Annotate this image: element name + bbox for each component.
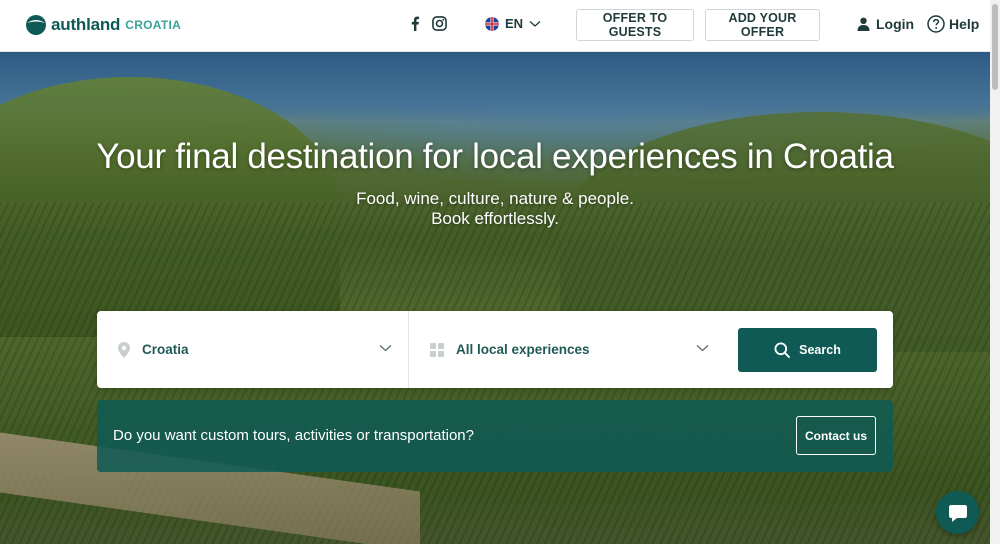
chat-bubble-icon [948, 504, 967, 522]
scrollbar-thumb[interactable] [992, 4, 998, 90]
location-value: Croatia [142, 342, 189, 357]
question-circle-icon [927, 15, 945, 33]
custom-tours-banner: Do you want custom tours, activities or … [97, 400, 893, 472]
search-card: Croatia All local experiences Search [97, 311, 893, 388]
location-select[interactable]: Croatia [97, 311, 409, 388]
page-scrollbar[interactable] [990, 0, 1000, 544]
social-links [410, 16, 447, 31]
category-value: All local experiences [456, 342, 590, 357]
search-icon [774, 342, 791, 358]
hero-section: Your final destination for local experie… [0, 52, 990, 544]
uk-flag-icon [485, 16, 499, 31]
logo-mark-icon [26, 15, 46, 35]
hero-subtitle-line: Book effortlessly. [431, 209, 559, 228]
authland-logo[interactable]: authland CROATIA [25, 14, 181, 36]
facebook-icon[interactable] [410, 16, 420, 31]
contact-us-button[interactable]: Contact us [796, 416, 876, 455]
location-pin-icon [118, 341, 130, 358]
login-link[interactable]: Login [857, 16, 914, 32]
logo-name: authland [51, 15, 121, 34]
language-code: EN [505, 16, 524, 31]
offer-to-guests-button[interactable]: OFFER TO GUESTS [576, 9, 694, 41]
category-select[interactable]: All local experiences [409, 311, 725, 388]
help-link[interactable]: Help [927, 15, 979, 33]
banner-text: Do you want custom tours, activities or … [113, 427, 474, 444]
chat-button[interactable] [936, 491, 979, 534]
top-header: authland CROATIA EN OFFER TO GUESTS ADD … [0, 0, 990, 52]
instagram-icon[interactable] [432, 16, 447, 31]
add-your-offer-button[interactable]: ADD YOUR OFFER [705, 9, 820, 41]
hero-title: Your final destination for local experie… [96, 137, 894, 176]
hero-subtitle-line: Food, wine, culture, nature & people. [356, 189, 634, 208]
logo-suffix: CROATIA [125, 18, 182, 32]
language-selector[interactable]: EN [485, 16, 541, 31]
login-label: Login [876, 16, 915, 32]
grid-icon [430, 342, 444, 357]
hero-subtitle: Food, wine, culture, nature & people. Bo… [0, 189, 990, 229]
chevron-down-icon [379, 345, 392, 352]
search-button-label: Search [799, 343, 841, 357]
help-label: Help [949, 16, 980, 32]
chevron-down-icon [529, 20, 541, 27]
user-icon [857, 17, 870, 31]
search-button[interactable]: Search [738, 328, 877, 372]
chevron-down-icon [696, 345, 709, 352]
